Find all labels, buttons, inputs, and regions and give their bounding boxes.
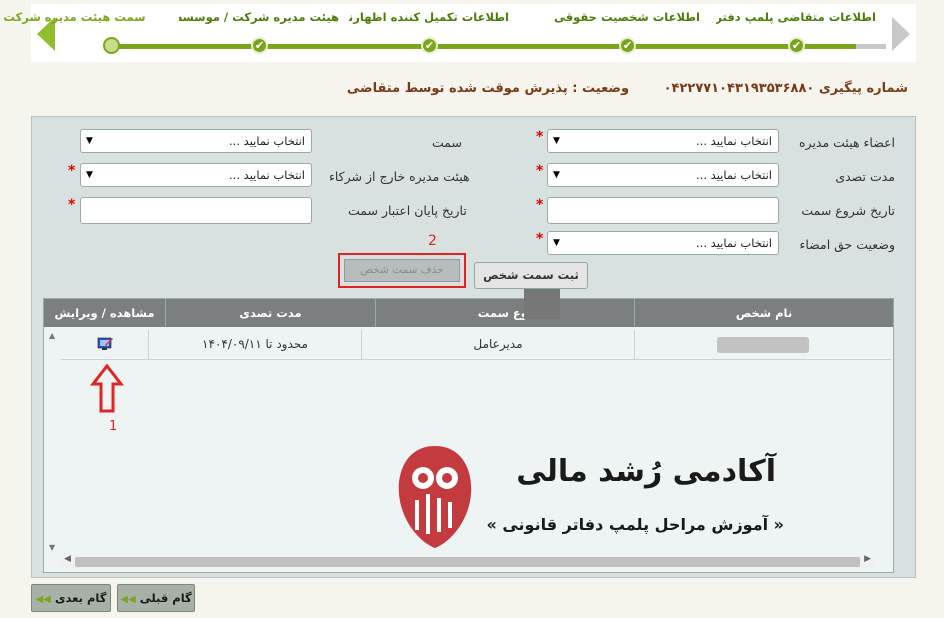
- required-mark: *: [68, 163, 76, 179]
- check-icon: ✔: [619, 37, 636, 54]
- cell-position-type: مدیرعامل: [361, 330, 634, 359]
- wizard-step-label: هیئت مدیره شرکت / موسسه: [179, 10, 339, 24]
- required-mark: *: [536, 163, 544, 179]
- scroll-right-icon[interactable]: ▶: [864, 554, 871, 564]
- delete-position-button[interactable]: حذف سمت شخص: [344, 259, 460, 282]
- annotation-up-arrow-icon: [90, 363, 124, 413]
- required-mark: *: [536, 129, 544, 145]
- tenure-select-value: انتخاب نمایید ...: [696, 168, 772, 182]
- next-step-label: گام بعدی: [54, 591, 107, 605]
- chevron-down-icon: ▼: [553, 136, 560, 146]
- previous-step-label: گام قبلی: [139, 591, 192, 605]
- check-icon: ✔: [788, 37, 805, 54]
- board-position-form: اعضاء هیئت مدیره * انتخاب نمایید ... ▼ س…: [31, 116, 916, 578]
- scroll-down-icon[interactable]: ▼: [49, 543, 55, 552]
- external-board-select-value: انتخاب نمایید ...: [229, 168, 305, 182]
- wizard-step-label: اطلاعات متقاضی پلمپ دفتر: [716, 10, 876, 24]
- signature-right-label: وضعیت حق امضاء: [799, 237, 895, 252]
- redacted-overlay: [524, 289, 560, 319]
- cell-name: [634, 330, 891, 359]
- redacted-name: [717, 336, 809, 353]
- current-step-dot-icon: [103, 37, 120, 54]
- wizard-progress: اطلاعات متقاضی پلمپ دفتر ✔ اطلاعات شخصیت…: [0, 4, 916, 62]
- external-board-label: هیئت مدیره خارج از شرکاء: [329, 169, 470, 184]
- column-header-position-type[interactable]: نوع سمت: [375, 299, 634, 327]
- horizontal-scrollbar[interactable]: ◀ ▶: [61, 554, 874, 568]
- grid-body: ▲ ▼ مدیرعامل محدود تا ۱۴۰۴/۰۹/۱۱ 1 آکادم…: [44, 327, 893, 572]
- delete-position-highlight: حذف سمت شخص: [338, 253, 466, 288]
- tenure-select[interactable]: انتخاب نمایید ... ▼: [547, 163, 779, 187]
- tenure-label: مدت تصدی: [835, 169, 895, 184]
- start-date-label: تاریخ شروع سمت: [801, 203, 895, 218]
- chevron-down-icon: ▼: [553, 170, 560, 180]
- previous-step-button[interactable]: گام قبلی ◀◀: [117, 584, 195, 612]
- next-step-button[interactable]: گام بعدی ◀◀: [31, 584, 111, 612]
- chevron-down-icon: ▼: [86, 136, 93, 146]
- position-select[interactable]: انتخاب نمایید ... ▼: [80, 129, 312, 153]
- academy-brand-name: آکادمی رُشد مالی: [516, 454, 776, 489]
- wizard-step-declarant[interactable]: اطلاعات تکمیل کننده اظهارنامه پلمپ ✔: [349, 4, 509, 62]
- academy-logo-icon: [398, 446, 472, 548]
- position-label: سمت: [432, 135, 462, 150]
- wizard-step-board-position[interactable]: سمت هیئت مدیره شرکت م: [0, 4, 191, 62]
- tracking-info: شماره پیگیری ۰۴۲۲۷۷۱۰۴۳۱۹۳۵۳۶۸۸۰ وضعیت :…: [347, 81, 908, 96]
- wizard-step-label: سمت هیئت مدیره شرکت م: [0, 10, 146, 24]
- tracking-number: شماره پیگیری ۰۴۲۲۷۷۱۰۴۳۱۹۳۵۳۶۸۸۰: [663, 81, 908, 96]
- table-row[interactable]: مدیرعامل محدود تا ۱۴۰۴/۰۹/۱۱: [61, 330, 891, 360]
- check-icon: ✔: [421, 37, 438, 54]
- external-board-select[interactable]: انتخاب نمایید ... ▼: [80, 163, 312, 187]
- chevron-down-icon: ▼: [86, 170, 93, 180]
- positions-grid: نام شخص نوع سمت مدت تصدی مشاهده / ویرایش…: [43, 298, 894, 573]
- wizard-step-label: اطلاعات شخصیت حقوقی: [554, 10, 700, 24]
- chevron-down-icon: ▼: [553, 238, 560, 248]
- position-select-value: انتخاب نمایید ...: [229, 134, 305, 148]
- wizard-step-label: اطلاعات تکمیل کننده اظهارنامه پلمپ: [349, 10, 509, 24]
- cell-view-edit: [61, 330, 148, 359]
- column-header-tenure[interactable]: مدت تصدی: [165, 299, 375, 327]
- academy-brand-subtitle: « آموزش مراحل پلمپ دفاتر قانونی »: [486, 515, 784, 534]
- end-date-label: تاریخ پایان اعتبار سمت: [348, 203, 467, 218]
- annotation-marker-2: 2: [428, 233, 437, 249]
- board-members-select-value: انتخاب نمایید ...: [696, 134, 772, 148]
- required-mark: *: [536, 231, 544, 247]
- scroll-left-icon[interactable]: ◀: [64, 554, 71, 564]
- wizard-step-applicant[interactable]: اطلاعات متقاضی پلمپ دفتر ✔: [716, 4, 876, 62]
- board-members-select[interactable]: انتخاب نمایید ... ▼: [547, 129, 779, 153]
- double-arrow-icon: ◀◀: [120, 594, 136, 605]
- wizard-step-legal-entity[interactable]: اطلاعات شخصیت حقوقی ✔: [547, 4, 707, 62]
- column-header-view-edit[interactable]: مشاهده / ویرایش: [44, 299, 165, 327]
- required-mark: *: [68, 197, 76, 213]
- signature-right-select-value: انتخاب نمایید ...: [696, 236, 772, 250]
- double-arrow-icon: ◀◀: [35, 594, 51, 605]
- start-date-input[interactable]: [547, 197, 779, 224]
- annotation-marker-1: 1: [109, 419, 118, 434]
- required-mark: *: [536, 197, 544, 213]
- column-header-name[interactable]: نام شخص: [634, 299, 893, 327]
- edit-icon[interactable]: [97, 336, 113, 352]
- cell-tenure: محدود تا ۱۴۰۴/۰۹/۱۱: [148, 330, 361, 359]
- horizontal-scroll-thumb[interactable]: [75, 557, 860, 567]
- save-position-button[interactable]: ثبت سمت شخص: [474, 262, 588, 289]
- signature-right-select[interactable]: انتخاب نمایید ... ▼: [547, 231, 779, 255]
- board-members-label: اعضاء هیئت مدیره: [799, 135, 895, 150]
- end-date-input[interactable]: [80, 197, 312, 224]
- scroll-up-icon[interactable]: ▲: [49, 331, 55, 340]
- wizard-step-board[interactable]: هیئت مدیره شرکت / موسسه ✔: [179, 4, 339, 62]
- check-icon: ✔: [251, 37, 268, 54]
- tracking-status: وضعیت : پذیرش موقت شده توسط متقاضی: [346, 81, 630, 96]
- wizard-next-arrow-icon[interactable]: [892, 17, 910, 51]
- grid-header: نام شخص نوع سمت مدت تصدی مشاهده / ویرایش: [44, 299, 893, 327]
- vertical-scrollbar[interactable]: ▲ ▼: [44, 327, 61, 572]
